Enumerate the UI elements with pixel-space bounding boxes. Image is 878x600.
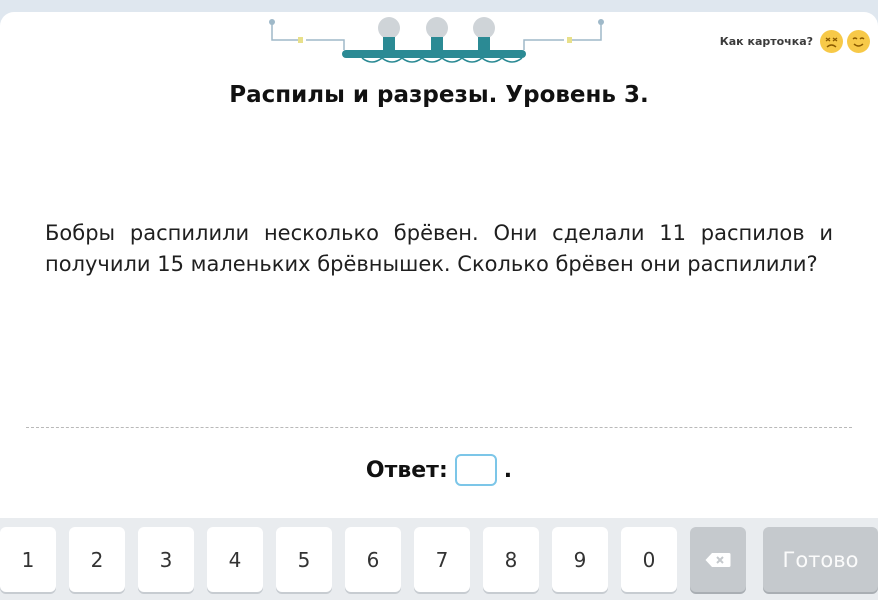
numeric-keypad: 1 2 3 4 5 6 7 8 9 0 Готово — [0, 518, 878, 600]
backspace-icon — [705, 552, 731, 567]
progress-lamps — [269, 17, 604, 63]
answer-label: Ответ: — [365, 457, 448, 483]
key-0[interactable]: 0 — [621, 527, 677, 592]
answer-row: Ответ: . — [0, 454, 878, 486]
key-8[interactable]: 8 — [483, 527, 539, 592]
card-rating: Как карточка? — [720, 28, 870, 54]
right-wire — [523, 19, 604, 50]
lamp-icon — [378, 17, 400, 50]
divider — [26, 427, 852, 428]
lamp-icon — [473, 17, 495, 50]
key-4[interactable]: 4 — [207, 527, 263, 592]
problem-text: Бобры распилили несколько брёвен. Они сд… — [45, 221, 833, 276]
rating-label: Как карточка? — [719, 34, 813, 48]
lamp-icon — [426, 17, 448, 50]
key-6[interactable]: 6 — [345, 527, 401, 592]
key-9[interactable]: 9 — [552, 527, 608, 592]
key-3[interactable]: 3 — [138, 527, 194, 592]
backspace-button[interactable] — [690, 527, 746, 592]
page-title: Распилы и разрезы. Уровень 3. — [229, 82, 649, 108]
answer-input[interactable] — [454, 454, 497, 486]
key-1[interactable]: 1 — [0, 527, 56, 592]
key-2[interactable]: 2 — [69, 527, 125, 592]
left-wire — [269, 19, 345, 50]
key-7[interactable]: 7 — [414, 527, 470, 592]
task-card: Как карточка? Распилы и разрезы. Уровень… — [0, 12, 878, 600]
done-button[interactable]: Готово — [763, 527, 878, 592]
key-5[interactable]: 5 — [276, 527, 332, 592]
dislike-face-icon[interactable] — [820, 29, 843, 53]
like-face-icon[interactable] — [847, 29, 870, 53]
lamp-bar — [342, 50, 526, 58]
answer-suffix: . — [503, 457, 513, 483]
